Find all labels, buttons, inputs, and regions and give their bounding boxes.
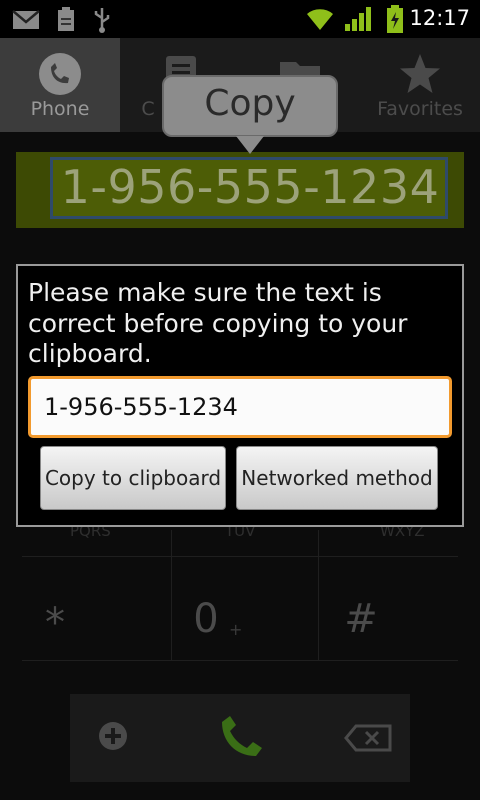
pad-divider (171, 530, 172, 660)
wifi-icon (307, 9, 333, 31)
networked-method-button[interactable]: Networked method (236, 446, 438, 510)
number-input[interactable] (28, 376, 452, 438)
usb-icon (94, 8, 110, 33)
key-star[interactable]: * (30, 600, 80, 646)
dialed-number[interactable]: 1-956-555-1234 (50, 160, 450, 214)
copy-to-clipboard-button[interactable]: Copy to clipboard (40, 446, 226, 510)
key-hash[interactable]: # (336, 596, 386, 642)
gmail-icon (12, 10, 40, 29)
signal-icon (345, 7, 371, 31)
battery-icon (387, 5, 403, 33)
tab-label: Favorites (377, 98, 463, 120)
phone-icon (39, 53, 81, 95)
dialog-message: Please make sure the text is correct bef… (28, 278, 408, 368)
star-icon (400, 54, 440, 93)
pad-divider (318, 530, 319, 660)
pad-divider (22, 556, 458, 557)
clock: 12:17 (409, 6, 470, 30)
status-bar: 12:17 (0, 0, 480, 38)
add-contact-icon[interactable] (97, 720, 129, 752)
key-0-plus: + (229, 620, 243, 639)
copy-popup-label: Copy (204, 83, 296, 124)
key-0[interactable]: 0 (186, 596, 226, 642)
clipboard-icon (58, 7, 74, 31)
tab-favorites[interactable]: Favorites (360, 38, 480, 132)
backspace-icon[interactable] (344, 724, 392, 752)
copy-popup-pointer (236, 136, 264, 154)
call-icon[interactable] (214, 708, 270, 764)
pad-divider (22, 660, 458, 661)
